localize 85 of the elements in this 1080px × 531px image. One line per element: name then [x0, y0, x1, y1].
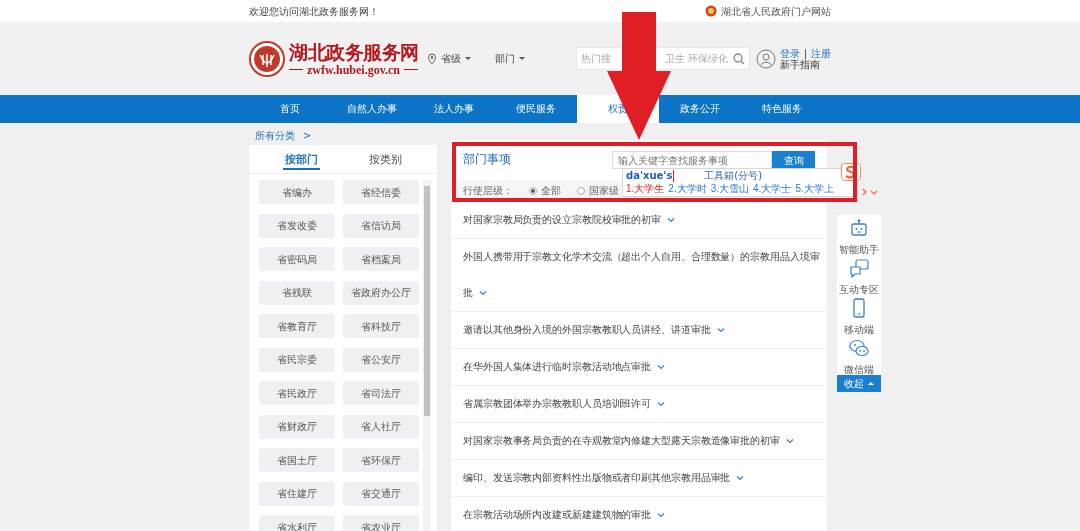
service-item[interactable]: 对国家宗教局负责的设立宗教院校审批的初审 — [451, 202, 827, 239]
nav-tab[interactable]: 自然人办事 — [331, 95, 413, 123]
service-item[interactable]: 邀请以其他身份入境的外国宗教教职人员讲经、讲道审批 — [451, 312, 827, 349]
candidate-word[interactable]: 2.大学时 — [668, 182, 707, 195]
login-link[interactable]: 登录 — [779, 47, 800, 59]
department-button[interactable]: 省民政厅 — [259, 381, 335, 405]
candidate-word[interactable]: 4.大学士 — [753, 182, 792, 195]
department-button[interactable]: 省科技厅 — [343, 314, 419, 338]
guide-link[interactable]: 新手指南 — [779, 58, 831, 70]
collapse-button[interactable]: 收起 — [837, 375, 881, 392]
service-item[interactable]: 对国家宗教事务局负责的在寺观教堂内修建大型露天宗教造像审批的初审 — [451, 423, 827, 460]
robot-icon[interactable] — [849, 218, 869, 238]
department-button[interactable]: 省农业厅 — [343, 515, 419, 531]
chat-bubbles-icon[interactable] — [849, 258, 869, 278]
candidate-word[interactable]: 1.大学生 — [626, 182, 665, 195]
department-button[interactable]: 省政府办公厅 — [343, 280, 419, 305]
department-button[interactable]: 省档案局 — [343, 247, 419, 271]
radio-icon[interactable] — [529, 187, 537, 195]
chevron-down-icon[interactable] — [478, 290, 487, 296]
level-radio[interactable]: 国家级 — [577, 183, 619, 199]
department-button[interactable]: 省财政厅 — [259, 414, 335, 439]
department-button[interactable]: 省发改委 — [259, 213, 335, 238]
candidate-word[interactable]: 3.大雪山 — [710, 182, 750, 195]
department-button[interactable]: 省人社厅 — [343, 414, 419, 439]
department-button[interactable]: 省信访局 — [343, 213, 419, 238]
caret-up-icon — [868, 382, 874, 385]
portal-link[interactable]: 湖北省人民政府门户网站 — [721, 3, 831, 19]
toolbox-link[interactable]: 工具箱(分号) — [704, 170, 763, 182]
site-name: 湖北政务服务网 — [289, 40, 419, 63]
chevron-down-icon[interactable] — [657, 512, 666, 518]
welcome-text: 欢迎您访问湖北政务服务网！ — [249, 4, 379, 19]
department-button[interactable]: 省经信委 — [343, 180, 419, 204]
service-item[interactable]: 在宗教活动场所内改建或新建建筑物的审批 — [451, 497, 827, 531]
panel-title: 部门事项 — [463, 151, 511, 169]
service-item[interactable]: 在华外国人集体进行临时宗教活动地点审批 — [451, 349, 827, 386]
radio-icon[interactable] — [577, 187, 585, 195]
chevron-down-icon[interactable] — [785, 438, 794, 444]
level-radio[interactable]: 全部 — [529, 183, 561, 199]
scrollbar[interactable] — [423, 180, 431, 531]
search-button[interactable]: 查询 — [772, 151, 815, 169]
department-button[interactable]: 省司法厅 — [343, 381, 419, 405]
department-button[interactable]: 省民宗委 — [259, 347, 335, 372]
breadcrumb-link[interactable]: 所有分类 — [255, 128, 295, 143]
department-selector[interactable]: 部门 — [494, 51, 525, 66]
candidate-word[interactable]: 5.大学上 — [795, 182, 834, 195]
user-icon — [755, 48, 776, 69]
category-tab[interactable]: 按部门 — [259, 147, 343, 171]
logo-icon — [249, 40, 285, 77]
search-icon[interactable] — [732, 52, 745, 65]
service-item[interactable]: 外国人携带用于宗教文化学术交流（超出个人自用、合理数量）的宗教用品入境审批 — [451, 239, 827, 312]
site-url: zwfw.hubei.gov.cn — [307, 62, 400, 77]
department-button[interactable]: 省住建厅 — [259, 481, 335, 506]
location-pin-icon — [426, 52, 437, 65]
filter-label: 行使层级： — [463, 183, 513, 198]
search-input[interactable]: 输入关键字查找服务事项 — [612, 151, 772, 169]
department-button[interactable]: 省交通厅 — [343, 481, 419, 506]
chevron-down-icon[interactable] — [657, 364, 666, 370]
department-button[interactable]: 省教育厅 — [259, 314, 335, 338]
breadcrumb-separator: > — [303, 129, 312, 143]
category-tab[interactable]: 按类别 — [343, 147, 427, 171]
department-button[interactable]: 省环保厅 — [343, 448, 419, 472]
caret-icon — [518, 57, 525, 60]
nav-tab[interactable]: 便民服务 — [495, 95, 577, 123]
department-button[interactable]: 省国土厅 — [259, 448, 335, 472]
nav-tab[interactable]: 特色服务 — [741, 95, 823, 123]
emblem-icon — [705, 5, 717, 17]
caret-icon — [464, 57, 471, 60]
nav-tab[interactable]: 法人办事 — [413, 95, 495, 123]
nav-tab[interactable]: 政务公开 — [659, 95, 741, 123]
chat-faces-icon[interactable] — [849, 338, 869, 358]
register-link[interactable]: 注册 — [811, 47, 831, 59]
level-selector[interactable]: 省级 — [426, 51, 471, 66]
nav-tab[interactable]: 首页 — [249, 95, 331, 123]
chevron-down-icon[interactable] — [657, 401, 666, 407]
chevron-down-icon[interactable] — [667, 217, 675, 223]
department-button[interactable]: 省编办 — [259, 180, 335, 204]
chevron-down-icon[interactable] — [736, 475, 745, 481]
department-button[interactable]: 省残联 — [259, 280, 335, 305]
department-button[interactable]: 省公安厅 — [343, 347, 419, 372]
ime-input-text: da'xue's — [626, 170, 675, 182]
service-item[interactable]: 编印、发送宗教内部资料性出版物或者印刷其他宗教用品审批 — [451, 460, 827, 497]
separator-text: | — [803, 47, 807, 59]
department-button[interactable]: 省密码局 — [259, 247, 335, 271]
chevron-down-icon[interactable] — [716, 327, 725, 333]
service-item[interactable]: 省属宗教团体举办宗教教职人员培训班许可 — [451, 386, 827, 423]
